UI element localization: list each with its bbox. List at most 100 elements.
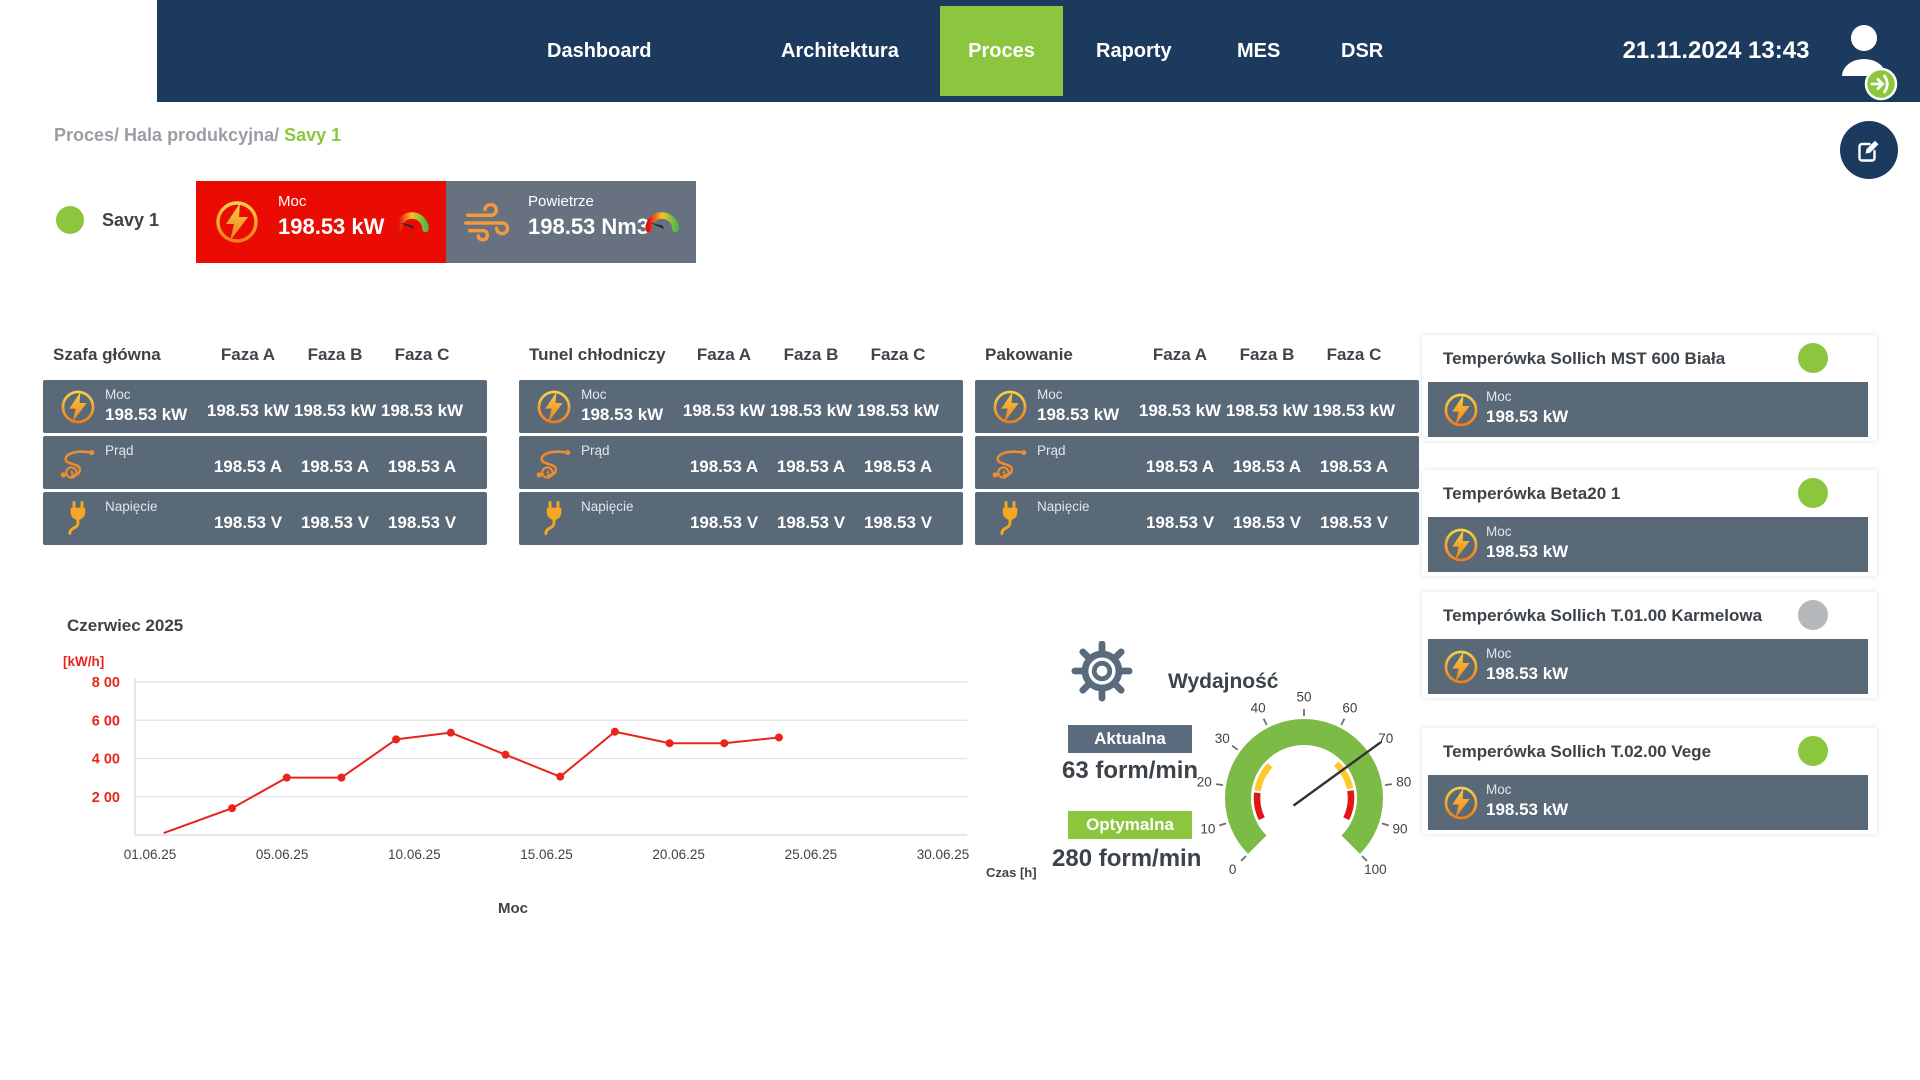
plug-icon	[59, 500, 97, 538]
bolt-icon	[59, 388, 97, 426]
row-label: Moc	[581, 387, 607, 402]
table-szafa-g-wna: Szafa głównaFaza AFaza BFaza C Moc198.53…	[43, 340, 487, 550]
nav-item-dsr[interactable]: DSR	[1341, 0, 1383, 102]
plug-icon	[535, 500, 573, 538]
tile-value: 198.53 Nm3	[528, 214, 649, 240]
row-label: Napięcie	[105, 499, 158, 514]
current-transformer-icon	[991, 444, 1029, 482]
svg-text:10: 10	[1200, 822, 1215, 837]
edit-button[interactable]	[1840, 121, 1898, 179]
chart-title: Czerwiec 2025	[67, 616, 183, 636]
card-temper-wka-sollich-t-02-00-vege[interactable]: Temperówka Sollich T.02.00 Vege Moc 198.5…	[1422, 728, 1877, 834]
nav-item-mes[interactable]: MES	[1237, 0, 1280, 102]
table-row-napi-cie: Napięcie198.53 V198.53 V198.53 V	[975, 492, 1419, 545]
card-temper-wka-sollich-mst-600-bia-a[interactable]: Temperówka Sollich MST 600 Biała Moc198.…	[1422, 335, 1877, 441]
gear-icon	[1063, 641, 1141, 703]
status-dot	[1798, 478, 1828, 508]
column-header-faza-c: Faza C	[1299, 345, 1409, 365]
svg-text:20: 20	[1197, 775, 1212, 790]
cell-faza-c: 198.53 A	[1299, 436, 1409, 489]
bolt-icon	[1442, 391, 1480, 429]
nav-item-architektura[interactable]: Architektura	[781, 0, 899, 102]
table-title: Tunel chłodniczy	[529, 345, 666, 365]
current-transformer-icon	[535, 444, 573, 482]
table-pakowanie: PakowanieFaza AFaza BFaza C Moc198.53 kW…	[975, 340, 1419, 550]
card-power-bar: Moc198.53 kW	[1428, 517, 1868, 572]
svg-text:10.06.25: 10.06.25	[388, 847, 441, 862]
card-temper-wka-sollich-t-01-00-karmelowa[interactable]: Temperówka Sollich T.01.00 Karmelowa Moc…	[1422, 592, 1877, 698]
current-transformer-icon	[59, 444, 97, 482]
row-value: 198.53 kW	[105, 405, 187, 425]
status-dot	[1798, 600, 1828, 630]
user-icon	[1838, 24, 1898, 106]
power-chart: Czerwiec 2025 [kW/h] 8 006 004 002 0001.…	[40, 610, 1060, 940]
card-title: Temperówka Sollich T.02.00 Vege	[1443, 742, 1711, 762]
svg-text:15.06.25: 15.06.25	[520, 847, 573, 862]
card-power-bar: Moc 198.53 kW	[1428, 775, 1868, 830]
cell-faza-c: 198.53 kW	[1299, 380, 1409, 433]
breadcrumb-path[interactable]: Proces/ Hala produkcyjna/	[54, 125, 279, 145]
optimal-rate-value: 280 form/min	[1052, 845, 1201, 873]
row-label: Prąd	[105, 443, 134, 458]
bolt-icon	[535, 388, 573, 426]
performance-gauge: 0102030405060708090100	[1184, 678, 1424, 882]
bolt-icon	[1442, 784, 1480, 822]
cell-faza-c: 198.53 V	[1299, 492, 1409, 545]
cell-faza-c: 198.53 kW	[367, 380, 477, 433]
power-tile-icon	[212, 198, 262, 246]
status-dot	[1798, 343, 1828, 373]
card-temper-wka-beta20-1[interactable]: Temperówka Beta20 1 Moc198.53 kW	[1422, 470, 1877, 576]
svg-text:01.06.25: 01.06.25	[124, 847, 177, 862]
plug-icon	[535, 500, 573, 538]
table-row-napi-cie: Napięcie198.53 V198.53 V198.53 V	[519, 492, 963, 545]
table-title: Szafa główna	[53, 345, 161, 365]
card-title: Temperówka Sollich T.01.00 Karmelowa	[1443, 606, 1762, 626]
row-label: Napięcie	[1037, 499, 1090, 514]
svg-text:0: 0	[1229, 862, 1237, 877]
cell-faza-c: 198.53 V	[843, 492, 953, 545]
svg-text:50: 50	[1296, 690, 1311, 705]
row-label: Prąd	[1037, 443, 1066, 458]
tile-moc[interactable]: Moc198.53 kW	[196, 181, 446, 263]
wind-icon	[462, 198, 512, 246]
table-row-moc: Moc198.53 kW198.53 kW198.53 kW198.53 kW	[43, 380, 487, 433]
bolt-icon	[991, 388, 1029, 426]
nav-item-raporty[interactable]: Raporty	[1096, 0, 1172, 102]
bolt-icon	[1442, 784, 1480, 822]
user-avatar-button[interactable]	[1838, 24, 1898, 106]
table-row-napi-cie: Napięcie198.53 V198.53 V198.53 V	[43, 492, 487, 545]
table-row-pr-d: Prąd198.53 A198.53 A198.53 A	[975, 436, 1419, 489]
mini-gauge-icon	[394, 207, 430, 235]
plug-icon	[59, 500, 97, 538]
breadcrumb: Proces/ Hala produkcyjna/ Savy 1	[54, 125, 341, 146]
row-value: 198.53 kW	[1486, 800, 1568, 820]
cell-faza-c: 198.53 A	[367, 436, 477, 489]
tile-value: 198.53 kW	[278, 214, 384, 240]
current-icon	[991, 444, 1029, 482]
column-header-faza-c: Faza C	[367, 345, 477, 365]
machine-name: Savy 1	[102, 210, 159, 231]
mini-gauge-icon	[394, 207, 430, 235]
card-title: Temperówka Beta20 1	[1443, 484, 1620, 504]
optimal-rate-badge: Optymalna	[1068, 811, 1192, 839]
nav-item-proces[interactable]: Proces	[940, 6, 1063, 96]
tile-powietrze[interactable]: Powietrze198.53 Nm3	[446, 181, 696, 263]
table-row-moc: Moc198.53 kW198.53 kW198.53 kW198.53 kW	[975, 380, 1419, 433]
bolt-icon	[535, 388, 573, 426]
nav-datetime: 21.11.2024 13:43	[1616, 0, 1816, 102]
card-power-bar: Moc198.53 kW	[1428, 639, 1868, 694]
mini-gauge-icon	[644, 207, 680, 235]
current-rate-badge: Aktualna	[1068, 725, 1192, 753]
current-icon	[59, 444, 97, 482]
bolt-icon	[212, 198, 262, 246]
svg-text:90: 90	[1393, 822, 1408, 837]
card-title: Temperówka Sollich MST 600 Biała	[1443, 349, 1725, 369]
machine-status-dot	[56, 206, 84, 234]
svg-text:05.06.25: 05.06.25	[256, 847, 309, 862]
row-label: Moc	[1486, 782, 1512, 797]
gear-icon	[1063, 641, 1141, 703]
nav-item-dashboard[interactable]: Dashboard	[547, 0, 651, 102]
edit-icon	[1854, 135, 1884, 165]
bolt-icon	[991, 388, 1029, 426]
row-value: 198.53 kW	[1037, 405, 1119, 425]
